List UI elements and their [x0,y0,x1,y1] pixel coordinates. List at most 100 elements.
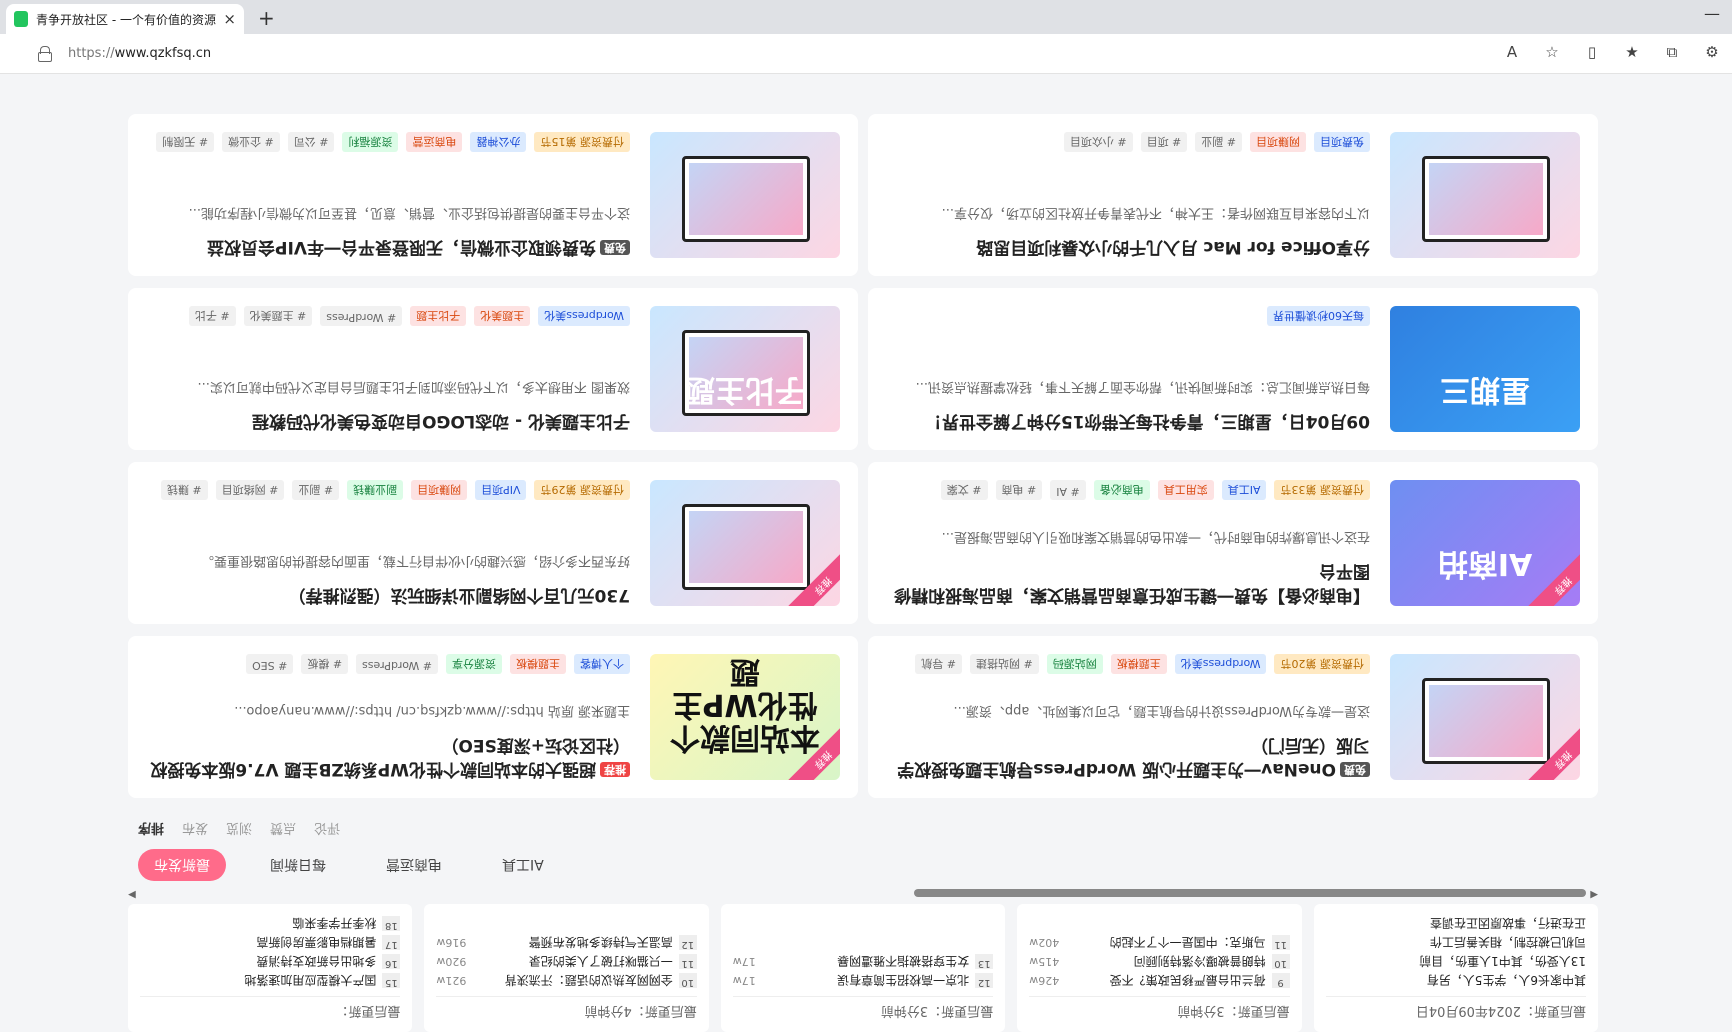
post-tag[interactable]: 付费资源 第29节 [534,480,630,500]
post-thumbnail[interactable]: AI商拍 推荐 [1390,480,1580,606]
hot-list-item[interactable]: 15 国产大模型应用加速落地 [140,971,401,990]
url-field[interactable]: https://www.qzkfsq.cn [68,46,211,61]
hot-list-item[interactable]: 13 女生穿搭被指不雅遭网暴 17w [733,952,994,971]
post-thumbnail[interactable]: 推荐 [1390,654,1580,780]
post-tag[interactable]: # 网络项目 [215,480,285,500]
post-tag[interactable]: Wordpress美化 [538,306,630,326]
post-thumbnail[interactable]: 星期三 [1390,306,1580,432]
post-thumbnail[interactable]: 子比主题 [650,306,840,432]
post-tag[interactable]: 付费资源 第33节 [1274,480,1370,500]
horizontal-scrollbar[interactable]: ◀ ▶ [128,886,1598,900]
post-card[interactable]: 子比主题 子比主题美化 - 动态LOGO自动变色美化代码教程 效果图 不用想太多，以… [128,288,858,450]
post-tag[interactable]: 主题模板 [1110,654,1167,674]
post-tag[interactable]: # 企业微 [222,132,280,152]
post-tag[interactable]: 主题模板 [510,654,566,674]
favorite-star-icon[interactable]: ☆ [1532,43,1572,61]
category-tab[interactable]: 电商运营 [370,849,458,881]
hot-list-item[interactable]: 正在进行，事故原因正在调查 [1326,914,1586,933]
post-tag[interactable]: 资源分享 [446,654,502,674]
post-tag[interactable]: Wordpress美化 [1174,654,1267,674]
post-tag[interactable]: # 项目 [1140,132,1188,152]
sort-option[interactable]: 评论 [314,821,340,840]
post-title[interactable]: 子比主题美化 - 动态LOGO自动变色美化代码教程 [146,408,630,432]
post-tag[interactable]: # 导航 [915,654,962,674]
hot-list-item[interactable]: 11 一只猫咪打破了人类的纪录 920w [436,952,697,971]
post-tag[interactable]: 付费资源 第20节 [1274,654,1370,674]
post-card[interactable]: 推荐 730元几百个网络副业详细玩法（强烈推荐） 好东西不多介绍，感兴趣的小伙伴自行… [128,462,858,624]
post-thumbnail[interactable] [1390,132,1580,258]
post-tag[interactable]: 电商必备 [1093,480,1150,500]
post-title[interactable]: 09月04日，星期三，青争社每天带你15分钟了解全世界！ [886,408,1370,432]
post-tag[interactable]: 每天60秒读懂世界 [1267,306,1370,326]
post-tag[interactable]: 办公神器 [470,132,527,152]
scroll-left-icon[interactable]: ◀ [1590,889,1598,900]
post-tag[interactable]: VIP项目 [475,480,527,500]
post-tag[interactable]: 资源福利 [342,132,399,152]
post-tag[interactable]: # WordPress [356,654,438,674]
hot-list-item[interactable]: 9 荷兰出台最严移民政策？不受 426w [1029,971,1290,990]
post-title[interactable]: 分享Office for Mac 月入几千的小众暴利项目思路 [886,234,1370,258]
post-card[interactable]: AI商拍 推荐 【电商必备】免费一键生成任意商品营销文案，商品海报和精修图平台 在这个… [868,462,1598,624]
post-title[interactable]: 730元几百个网络副业详细玩法（强烈推荐） [146,582,631,606]
sort-option[interactable]: 发布 [182,821,208,840]
hot-list-item[interactable]: 18 秋季开学季来临 [140,914,401,933]
post-tag[interactable]: # AI [1050,480,1086,500]
favorites-icon[interactable]: ★ [1612,43,1652,61]
hot-list-item[interactable]: 12 北京一高校招生简章有误 17w [733,971,994,990]
post-tag[interactable]: # 副业 [1195,132,1242,152]
post-tag[interactable]: # 主题美化 [243,306,313,326]
browser-tab[interactable]: 青争开放社区 - 一个有价值的资源 × [6,4,244,34]
post-tag[interactable]: # 小众项目 [1063,132,1133,152]
category-tab[interactable]: 每日新闻 [254,849,342,881]
post-tag[interactable]: # 副业 [292,480,340,500]
post-tag[interactable]: 实用工具 [1157,480,1214,500]
post-tag[interactable]: # 模板 [301,654,349,674]
post-tag[interactable]: AI工具 [1221,480,1267,500]
post-tag[interactable]: 网赚项目 [411,480,468,500]
post-tag[interactable]: 个人博客 [574,654,630,674]
category-tab[interactable]: 最新发布 [138,849,226,881]
hot-list-item[interactable]: 10 特朗普被曝冷落特别顾问 415w [1029,952,1290,971]
post-tag[interactable]: 副业赚钱 [347,480,404,500]
hot-list-item[interactable]: 17 暑期档电影票房创新高 [140,933,401,952]
tab-close-icon[interactable]: × [223,10,236,28]
scroll-right-icon[interactable]: ▶ [128,889,136,900]
hot-list-item[interactable]: 12 高温天气持续多地发布预警 916w [436,933,697,952]
post-tag[interactable]: # 电商 [995,480,1043,500]
hot-list-item[interactable]: 16 多地出台新政支持消费 [140,952,401,971]
post-thumbnail[interactable]: 本站同款个性化WP主题 推荐 [650,654,840,780]
post-tag[interactable]: 电商运营 [406,132,463,152]
post-card[interactable]: 本站同款个性化WP主题 推荐 推荐超强大的本站同款个性化WP系统ZB主题 V7.6版… [128,636,858,798]
post-tag[interactable]: # 公司 [287,132,335,152]
post-tag[interactable]: 主题美化 [474,306,531,326]
hot-list-item[interactable]: 10 全网网友热议的话题：汗流浃背 921w [436,971,697,990]
post-tag[interactable]: # 无限制 [156,132,215,152]
post-tag[interactable]: # 子比 [188,306,236,326]
post-tag[interactable]: # 赚钱 [160,480,208,500]
post-tag[interactable]: 子比主题 [410,306,467,326]
post-tag[interactable]: # SEO [246,654,294,674]
hot-list-item[interactable]: 11 马斯克：中国是一个了不起的 402w [1029,933,1290,952]
post-thumbnail[interactable]: 推荐 [650,480,840,606]
post-tag[interactable]: 付费资源 第15节 [534,132,630,152]
minimize-button[interactable]: — [1704,4,1720,23]
post-tag[interactable]: # 网站搭建 [970,654,1039,674]
post-title[interactable]: 免费OneNav一为主题开心版 WordPress导航主题免授权学习版（无后门） [886,732,1370,780]
post-tag[interactable]: # 文案 [940,480,988,500]
post-card[interactable]: 星期三 09月04日，星期三，青争社每天带你15分钟了解全世界！ 每日热点新闻汇总：… [868,288,1598,450]
lock-icon[interactable] [38,46,52,62]
post-thumbnail[interactable] [650,132,840,258]
post-title[interactable]: 免费免费领取企业微信，无限登录平台一年VIP会员权益 [146,234,630,258]
extensions-icon[interactable]: ⚙ [1692,43,1732,61]
hot-list-item[interactable]: 13人受伤，其中1人重伤，目前 [1326,952,1586,971]
post-title[interactable]: 【电商必备】免费一键生成任意商品营销文案，商品海报和精修图平台 [886,558,1370,606]
hot-list-item[interactable]: 司机已被控制，相关善后工作 [1326,933,1586,952]
hot-list-item[interactable]: 其中家长6人，学生5人，另有 [1326,971,1586,990]
sort-option[interactable]: 浏览 [226,821,252,840]
post-tag[interactable]: 网站源码 [1046,654,1103,674]
category-tab[interactable]: AI工具 [486,849,560,881]
read-aloud-icon[interactable]: A [1492,43,1532,61]
new-tab-button[interactable]: + [258,6,275,30]
post-title[interactable]: 推荐超强大的本站同款个性化WP系统ZB主题 V7.6版本免授权（社区论坛+深度S… [146,732,630,780]
collections-icon[interactable]: ⧉ [1652,43,1692,61]
